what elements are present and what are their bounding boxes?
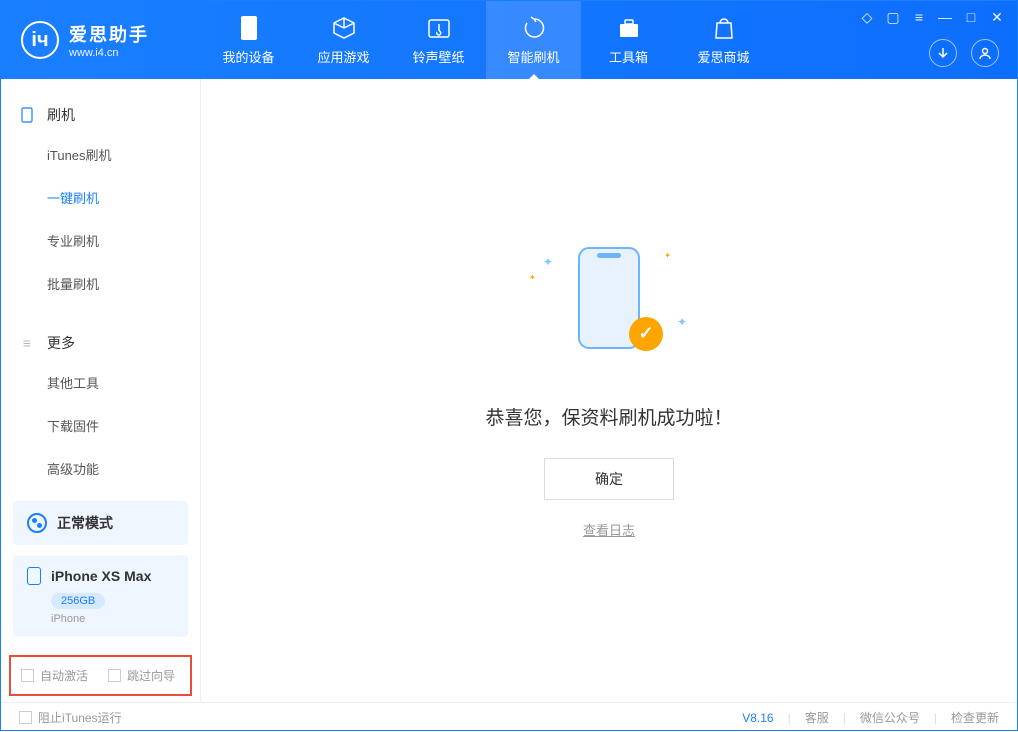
sidebar-item-batch-flash[interactable]: 批量刷机 — [1, 262, 200, 305]
sidebar-item-onekey-flash[interactable]: 一键刷机 — [1, 176, 200, 219]
refresh-icon — [521, 15, 547, 41]
sidebar: 刷机 iTunes刷机 一键刷机 专业刷机 批量刷机 ≡ 更多 其他工具 下载固… — [1, 79, 201, 702]
logo-icon: iч — [21, 21, 59, 59]
sparkle-icon: ✦ — [529, 273, 536, 282]
support-link[interactable]: 客服 — [805, 709, 829, 726]
sparkle-icon: ✦ — [664, 251, 671, 260]
minimize-icon[interactable]: — — [937, 9, 953, 25]
sidebar-item-download-firmware[interactable]: 下载固件 — [1, 404, 200, 447]
sidebar-item-itunes-flash[interactable]: iTunes刷机 — [1, 133, 200, 176]
cube-icon — [331, 15, 357, 41]
checkbox-icon — [108, 669, 121, 682]
checkbox-icon — [19, 711, 32, 724]
main-content: ✓ ✦ ✦ ✦ ✦ 恭喜您，保资料刷机成功啦！ 确定 查看日志 — [201, 79, 1017, 702]
device-name: iPhone XS Max — [51, 568, 151, 584]
mode-box[interactable]: 正常模式 — [13, 501, 188, 545]
maximize-icon[interactable]: □ — [963, 9, 979, 25]
bag-icon — [711, 15, 737, 41]
skin-icon[interactable]: ◇ — [859, 9, 875, 25]
tab-toolbox[interactable]: 工具箱 — [581, 1, 676, 79]
phone-icon — [236, 15, 262, 41]
checkbox-skip-guide[interactable]: 跳过向导 — [108, 667, 175, 684]
download-button[interactable] — [929, 39, 957, 67]
logo-area: iч 爱思助手 www.i4.cn — [1, 21, 201, 59]
tab-apps-games[interactable]: 应用游戏 — [296, 1, 391, 79]
device-icon — [19, 107, 35, 123]
toolbox-icon — [616, 15, 642, 41]
header: iч 爱思助手 www.i4.cn 我的设备 应用游戏 铃声壁纸 智能刷机 工具… — [1, 1, 1017, 79]
checkbox-auto-activate[interactable]: 自动激活 — [21, 667, 88, 684]
sidebar-section-flash: 刷机 — [1, 97, 200, 133]
checkbox-icon — [21, 669, 34, 682]
check-circle-icon: ✓ — [629, 317, 663, 351]
user-button[interactable] — [971, 39, 999, 67]
feedback-icon[interactable]: ▢ — [885, 9, 901, 25]
device-capacity: 256GB — [51, 593, 105, 609]
tab-store[interactable]: 爱思商城 — [676, 1, 771, 79]
nav-tabs: 我的设备 应用游戏 铃声壁纸 智能刷机 工具箱 爱思商城 — [201, 1, 771, 79]
mode-icon — [27, 513, 47, 533]
view-log-link[interactable]: 查看日志 — [583, 520, 635, 539]
sidebar-item-advanced[interactable]: 高级功能 — [1, 447, 200, 490]
success-illustration: ✓ ✦ ✦ ✦ ✦ — [529, 243, 689, 373]
device-box[interactable]: iPhone XS Max 256GB iPhone — [13, 555, 188, 637]
mode-text: 正常模式 — [57, 513, 113, 533]
footer: 阻止iTunes运行 V8.16 | 客服 | 微信公众号 | 检查更新 — [1, 702, 1017, 732]
app-url: www.i4.cn — [69, 47, 149, 59]
tab-smart-flash[interactable]: 智能刷机 — [486, 1, 581, 79]
highlighted-checkbox-row: 自动激活 跳过向导 — [9, 655, 192, 696]
check-update-link[interactable]: 检查更新 — [951, 709, 999, 726]
music-folder-icon — [426, 15, 452, 41]
sidebar-item-other-tools[interactable]: 其他工具 — [1, 361, 200, 404]
app-title: 爱思助手 — [69, 21, 149, 47]
version-label: V8.16 — [742, 711, 773, 725]
wechat-link[interactable]: 微信公众号 — [860, 709, 920, 726]
device-panel: 正常模式 iPhone XS Max 256GB iPhone — [1, 501, 200, 649]
sparkle-icon: ✦ — [677, 315, 687, 329]
device-phone-icon — [27, 567, 41, 585]
device-type: iPhone — [51, 613, 174, 625]
sparkle-icon: ✦ — [543, 255, 553, 269]
menu-icon[interactable]: ≡ — [911, 9, 927, 25]
sidebar-item-pro-flash[interactable]: 专业刷机 — [1, 219, 200, 262]
tab-ringtones[interactable]: 铃声壁纸 — [391, 1, 486, 79]
success-title: 恭喜您，保资料刷机成功啦！ — [485, 403, 732, 430]
window-controls: ◇ ▢ ≡ — □ ✕ — [859, 9, 1005, 25]
sidebar-section-more: ≡ 更多 — [1, 325, 200, 361]
checkbox-block-itunes[interactable]: 阻止iTunes运行 — [19, 709, 122, 726]
list-icon: ≡ — [19, 335, 35, 351]
confirm-button[interactable]: 确定 — [544, 458, 674, 500]
close-icon[interactable]: ✕ — [989, 9, 1005, 25]
tab-my-device[interactable]: 我的设备 — [201, 1, 296, 79]
